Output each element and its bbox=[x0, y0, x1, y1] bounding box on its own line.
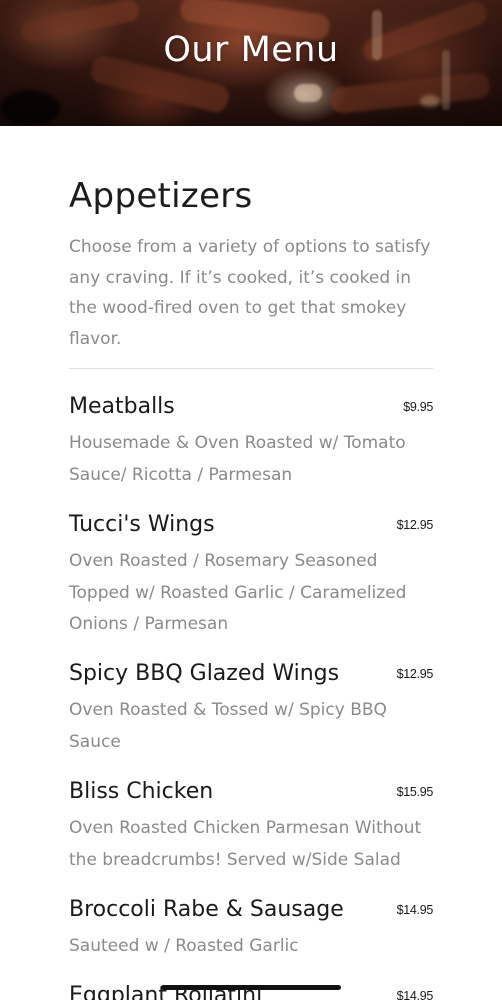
home-indicator[interactable] bbox=[161, 985, 341, 990]
item-price: $12.95 bbox=[396, 518, 434, 532]
item-description: Sauteed w / Roasted Garlic bbox=[69, 936, 299, 956]
item-name: Tucci's Wings bbox=[69, 512, 215, 537]
item-price: $9.95 bbox=[403, 400, 433, 414]
item-name: Meatballs bbox=[69, 394, 175, 419]
item-name: Spicy BBQ Glazed Wings bbox=[69, 661, 340, 686]
section-title: Appetizers bbox=[69, 176, 253, 216]
item-price: $15.95 bbox=[396, 785, 434, 799]
section-description: Choose from a variety of options to sati… bbox=[69, 237, 431, 349]
item-name: Broccoli Rabe & Sausage bbox=[69, 897, 344, 922]
item-description: Housemade & Oven Roasted w/ Tomato Sauce… bbox=[69, 433, 406, 485]
section-divider bbox=[69, 368, 433, 369]
page-title: Our Menu bbox=[163, 30, 339, 70]
item-description: Oven Roasted & Tossed w/ Spicy BBQ Sauce bbox=[69, 700, 387, 752]
menu-page: Our Menu Appetizers Choose from a variet… bbox=[0, 0, 502, 1000]
item-name: Bliss Chicken bbox=[69, 779, 214, 804]
item-price: $12.95 bbox=[396, 667, 434, 681]
item-description: Oven Roasted / Rosemary Seasoned Topped … bbox=[69, 551, 407, 634]
item-price: $14.95 bbox=[396, 989, 434, 1000]
item-price: $14.95 bbox=[396, 903, 434, 917]
item-description: Oven Roasted Chicken Parmesan Without th… bbox=[69, 818, 422, 870]
hero-banner: Our Menu bbox=[0, 0, 502, 126]
